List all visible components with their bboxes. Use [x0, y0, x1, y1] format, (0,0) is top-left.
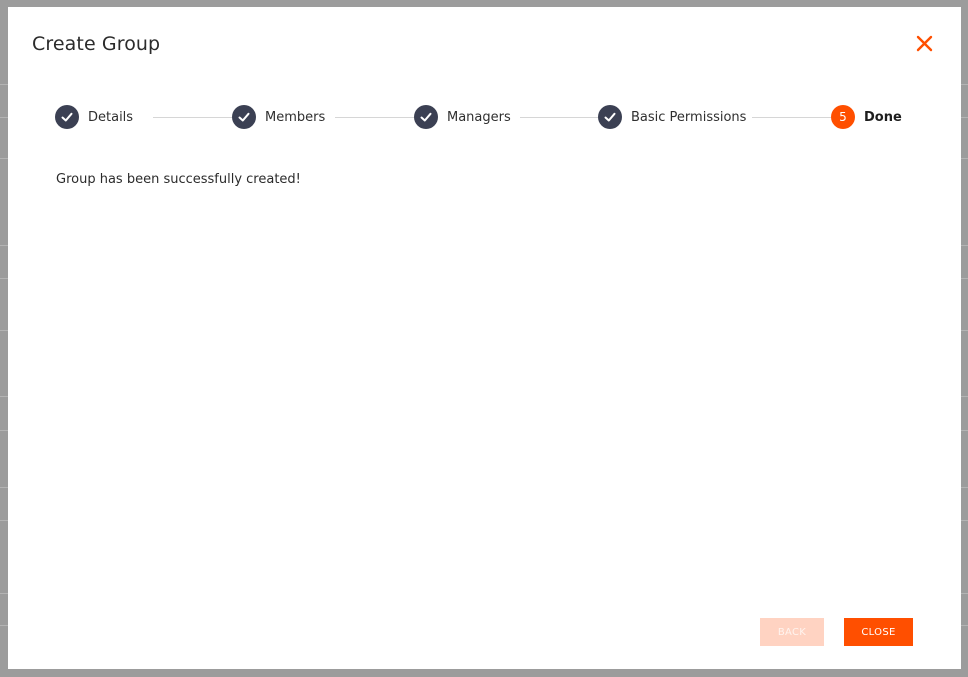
- backdrop-line: [0, 593, 8, 594]
- step-label: Basic Permissions: [631, 109, 747, 125]
- step-connector: [335, 117, 415, 118]
- backdrop-line: [0, 487, 8, 488]
- step-number-badge: 5: [831, 105, 855, 129]
- close-button[interactable]: CLOSE: [844, 618, 913, 646]
- backdrop-line: [960, 520, 968, 521]
- backdrop-line: [960, 278, 968, 279]
- backdrop-line: [0, 396, 8, 397]
- backdrop-line: [960, 330, 968, 331]
- backdrop-line: [960, 593, 968, 594]
- backdrop-line: [0, 430, 8, 431]
- step-connector: [752, 117, 831, 118]
- step-details[interactable]: Details: [55, 105, 133, 129]
- dialog-title: Create Group: [32, 33, 161, 55]
- backdrop-line: [960, 245, 968, 246]
- backdrop-line: [0, 278, 8, 279]
- backdrop-line: [0, 158, 8, 159]
- backdrop-line: [0, 84, 8, 85]
- step-connector: [520, 117, 599, 118]
- backdrop-line: [960, 487, 968, 488]
- checkmark-icon: [232, 105, 256, 129]
- step-label: Managers: [447, 109, 511, 125]
- backdrop-line: [960, 396, 968, 397]
- checkmark-icon: [598, 105, 622, 129]
- step-members[interactable]: Members: [232, 105, 325, 129]
- backdrop-line: [960, 158, 968, 159]
- backdrop-line: [0, 330, 8, 331]
- backdrop-line: [960, 430, 968, 431]
- step-managers[interactable]: Managers: [414, 105, 511, 129]
- step-label: Members: [265, 109, 326, 125]
- backdrop-line: [0, 117, 8, 118]
- backdrop-line: [0, 520, 8, 521]
- backdrop-line: [0, 625, 8, 626]
- step-connector: [153, 117, 233, 118]
- backdrop-line: [960, 117, 968, 118]
- step-basic-permissions[interactable]: Basic Permissions: [598, 105, 746, 129]
- backdrop-line: [960, 84, 968, 85]
- backdrop-line: [0, 245, 8, 246]
- step-label: Done: [864, 109, 902, 125]
- wizard-stepper: Details Members Managers Basic Permissio…: [54, 105, 904, 131]
- checkmark-icon: [414, 105, 438, 129]
- checkmark-icon: [55, 105, 79, 129]
- close-icon[interactable]: [915, 34, 935, 54]
- step-label: Details: [88, 109, 134, 125]
- create-group-dialog: Create Group Details Members Managers Ba…: [8, 7, 961, 669]
- close-icon-graphic: [916, 35, 933, 52]
- success-message: Group has been successfully created!: [56, 172, 301, 187]
- backdrop-line: [960, 625, 968, 626]
- step-done[interactable]: 5 Done: [831, 105, 902, 129]
- back-button[interactable]: BACK: [760, 618, 824, 646]
